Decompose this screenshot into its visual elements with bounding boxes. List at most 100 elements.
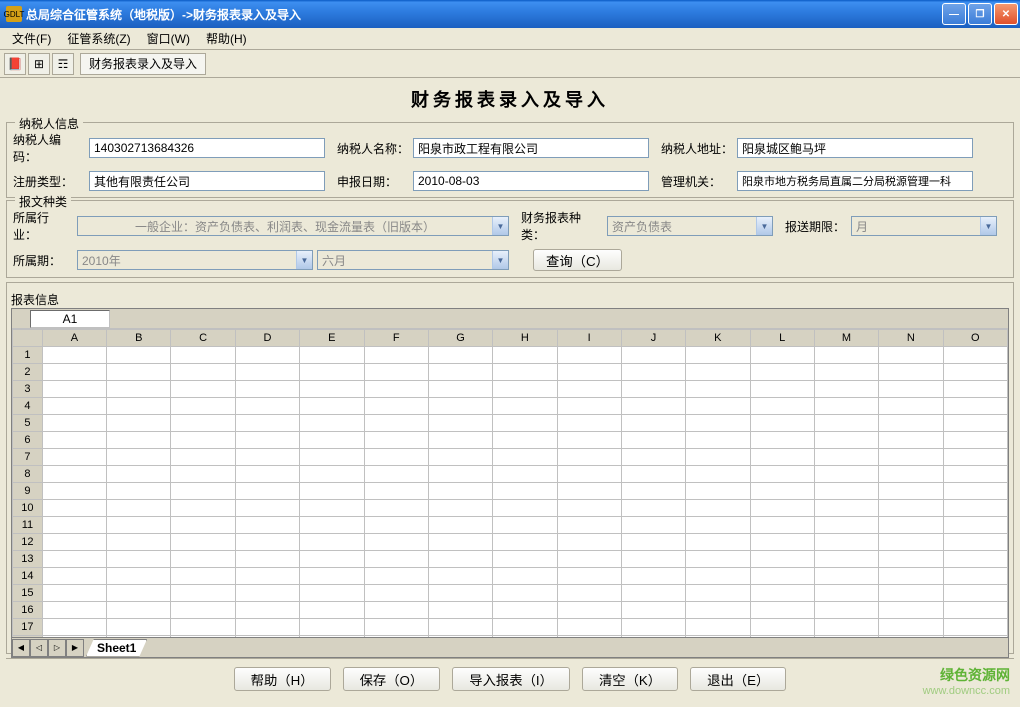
cell[interactable] [428, 347, 492, 364]
cell[interactable] [750, 347, 814, 364]
cell[interactable] [621, 449, 685, 466]
menu-help[interactable]: 帮助(H) [198, 28, 255, 49]
cell[interactable] [171, 466, 235, 483]
cell[interactable] [364, 449, 428, 466]
help-button[interactable]: 帮助（H） [234, 667, 331, 691]
cell[interactable] [493, 466, 557, 483]
cell[interactable] [235, 619, 299, 636]
cell[interactable] [943, 364, 1007, 381]
cell[interactable] [364, 381, 428, 398]
cell[interactable] [300, 619, 364, 636]
cell[interactable] [364, 364, 428, 381]
cell[interactable] [686, 347, 750, 364]
cell[interactable] [171, 636, 235, 638]
cell[interactable] [428, 551, 492, 568]
cell[interactable] [686, 415, 750, 432]
cell[interactable] [879, 432, 943, 449]
cell[interactable] [750, 619, 814, 636]
cell[interactable] [300, 517, 364, 534]
cell[interactable] [428, 517, 492, 534]
cell[interactable] [943, 415, 1007, 432]
cell[interactable] [686, 636, 750, 638]
cell[interactable] [943, 432, 1007, 449]
cell[interactable] [943, 619, 1007, 636]
cell[interactable] [686, 466, 750, 483]
cell[interactable] [107, 568, 171, 585]
cell[interactable] [235, 364, 299, 381]
cell[interactable] [235, 432, 299, 449]
cell[interactable] [557, 602, 621, 619]
cell[interactable] [300, 381, 364, 398]
col-header[interactable]: M [814, 330, 878, 347]
cell[interactable] [943, 466, 1007, 483]
menu-system[interactable]: 征管系统(Z) [59, 28, 138, 49]
cell[interactable] [557, 568, 621, 585]
toolbar-label[interactable]: 财务报表录入及导入 [80, 53, 206, 75]
cell[interactable] [428, 534, 492, 551]
cell[interactable] [42, 381, 106, 398]
cell[interactable] [621, 364, 685, 381]
cell[interactable] [621, 602, 685, 619]
cell[interactable] [557, 449, 621, 466]
cell[interactable] [235, 483, 299, 500]
cell[interactable] [557, 432, 621, 449]
cell[interactable] [750, 449, 814, 466]
cell[interactable] [300, 534, 364, 551]
cell[interactable] [750, 432, 814, 449]
cell[interactable] [300, 347, 364, 364]
cell[interactable] [750, 398, 814, 415]
cell[interactable] [171, 398, 235, 415]
cell[interactable] [621, 483, 685, 500]
cell[interactable] [814, 398, 878, 415]
cell[interactable] [814, 500, 878, 517]
cell[interactable] [235, 466, 299, 483]
year-select[interactable]: 2010年 ▼ [77, 250, 313, 270]
cell[interactable] [879, 415, 943, 432]
book-icon[interactable]: 📕 [4, 53, 26, 75]
cell[interactable] [42, 432, 106, 449]
cell[interactable] [300, 364, 364, 381]
cell[interactable] [364, 602, 428, 619]
cell[interactable] [364, 347, 428, 364]
cell[interactable] [557, 466, 621, 483]
cell[interactable] [493, 517, 557, 534]
cell[interactable] [428, 619, 492, 636]
cell[interactable] [107, 466, 171, 483]
cell[interactable] [171, 568, 235, 585]
cell[interactable] [621, 432, 685, 449]
cell[interactable] [42, 585, 106, 602]
cell[interactable] [686, 432, 750, 449]
cell[interactable] [300, 432, 364, 449]
col-header[interactable]: H [493, 330, 557, 347]
row-header[interactable]: 8 [13, 466, 43, 483]
cell[interactable] [42, 636, 106, 638]
col-header[interactable]: O [943, 330, 1007, 347]
cell[interactable] [107, 534, 171, 551]
tab-nav-prev[interactable]: ◁ [30, 639, 48, 657]
cell[interactable] [428, 568, 492, 585]
cell[interactable] [428, 483, 492, 500]
cell[interactable] [428, 585, 492, 602]
grid-area[interactable]: ABCDEFGHIJKLMNO1234567891011121314151617… [12, 329, 1008, 637]
cell[interactable] [814, 517, 878, 534]
cell[interactable] [300, 466, 364, 483]
cell[interactable] [493, 602, 557, 619]
cell[interactable] [235, 568, 299, 585]
cell[interactable] [814, 347, 878, 364]
cell[interactable] [235, 347, 299, 364]
cell[interactable] [235, 415, 299, 432]
cell[interactable] [107, 432, 171, 449]
cell[interactable] [428, 364, 492, 381]
row-header[interactable]: 10 [13, 500, 43, 517]
cell[interactable] [42, 517, 106, 534]
grid-icon[interactable]: ⊞ [28, 53, 50, 75]
cell[interactable] [686, 398, 750, 415]
cell[interactable] [943, 568, 1007, 585]
cell[interactable] [171, 602, 235, 619]
cell[interactable] [557, 347, 621, 364]
cell[interactable] [686, 619, 750, 636]
cell[interactable] [621, 500, 685, 517]
row-header[interactable]: 7 [13, 449, 43, 466]
cell[interactable] [943, 602, 1007, 619]
admin-field[interactable]: 阳泉市地方税务局直属二分局税源管理一科 [737, 171, 973, 191]
